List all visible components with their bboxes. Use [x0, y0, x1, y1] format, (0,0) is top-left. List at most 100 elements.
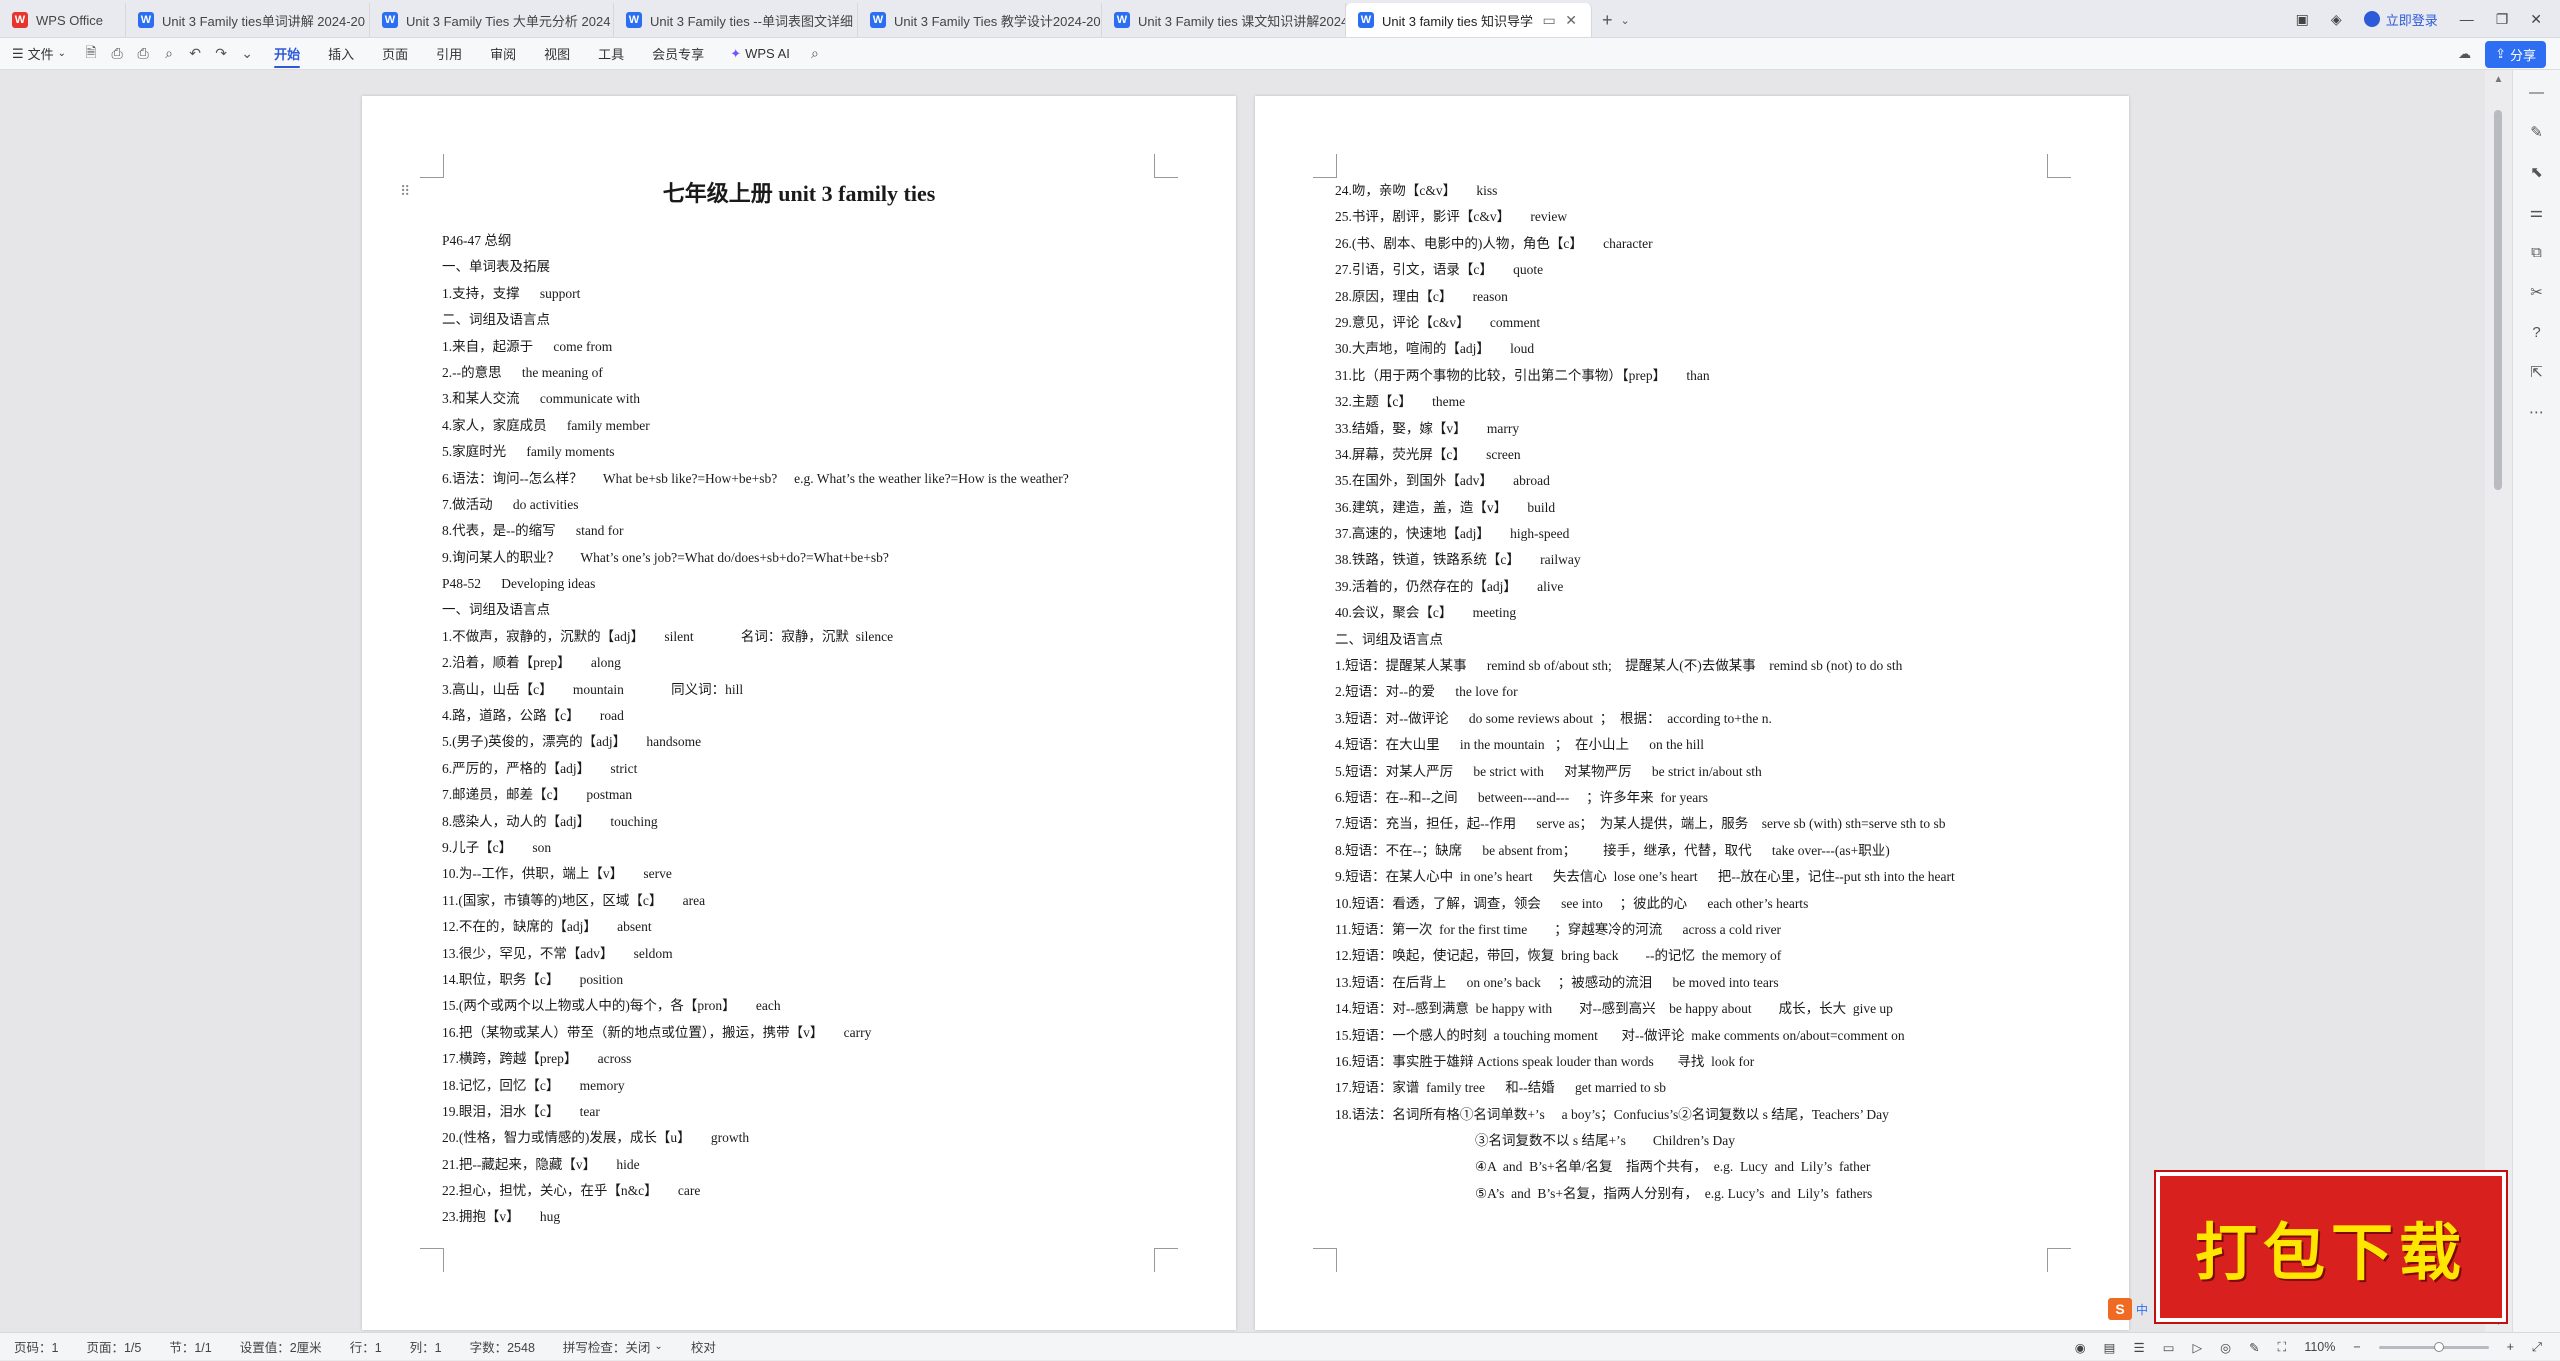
tab-document-active[interactable]: W Unit 3 family ties 知识导学 ▭ ✕	[1346, 3, 1592, 37]
file-menu-button[interactable]: ☰ 文件 ⌄	[0, 38, 78, 70]
scroll-up-icon[interactable]: ▲	[2485, 74, 2512, 85]
collapse-icon[interactable]: —	[2527, 82, 2547, 102]
margin-marker	[1154, 1248, 1178, 1272]
restore-icon[interactable]: ❐	[2496, 11, 2509, 28]
text-line: 32.主题【c】 theme	[1335, 394, 1466, 410]
status-setting[interactable]: 设置值：2厘米	[226, 1337, 336, 1356]
scroll-thumb[interactable]	[2494, 110, 2502, 490]
select-cursor-icon[interactable]: ⬉	[2527, 162, 2547, 182]
zoom-slider-knob[interactable]	[2433, 1341, 2444, 1352]
text-line: ③名词复数不以 s 结尾+’s Children’s Day	[1475, 1133, 1735, 1149]
fullscreen-icon[interactable]: ⛶	[2278, 1340, 2287, 1355]
vertical-scrollbar[interactable]: ▲ ▼	[2485, 70, 2512, 1332]
zoom-slider[interactable]	[2378, 1341, 2489, 1352]
print-preview-icon[interactable]: ⌕	[156, 38, 182, 70]
tab-document-1[interactable]: W Unit 3 Family ties单词讲解 2024-20	[126, 3, 370, 37]
new-tab-icon[interactable]: +	[1602, 10, 1613, 31]
status-section[interactable]: 节：1/1	[155, 1337, 225, 1356]
document-page-1[interactable]: ⠿ 七年级上册 unit 3 family ties P46-47 总纲 一、单词…	[362, 96, 1236, 1330]
page-title: 七年级上册 unit 3 family ties	[662, 181, 936, 206]
zoom-in-icon[interactable]: +	[2507, 1340, 2514, 1354]
text-line: 一、词组及语言点	[442, 602, 550, 618]
share-sidebar-icon[interactable]: ⇱	[2527, 362, 2547, 382]
text-line: 18.记忆，回忆【c】 memory	[442, 1077, 625, 1093]
more-chevron-icon[interactable]: ⌄	[234, 38, 260, 70]
word-doc-icon: W	[1114, 12, 1130, 28]
search-icon[interactable]: ⌕	[802, 38, 828, 70]
login-button[interactable]: 立即登录	[2363, 10, 2438, 29]
wps-ai-button[interactable]: ✦ WPS AI	[718, 38, 802, 70]
tab-wps-office[interactable]: W WPS Office	[0, 3, 126, 37]
menu-page[interactable]: 页面	[368, 38, 422, 70]
tab-document-2[interactable]: W Unit 3 Family Ties 大单元分析 2024	[370, 3, 614, 37]
text-line: 3.短语：对--做评论 do some reviews about ； 根据： …	[1335, 710, 1772, 726]
text-line: 1.短语：提醒某人某事 remind sb of/about sth; 提醒某人…	[1335, 658, 1903, 674]
document-page-2[interactable]: 24.吻，亲吻【c&v】 kiss 25.书评，剧评，影评【c&v】 review…	[1255, 96, 2129, 1330]
page-1-text-body: P46-47 总纲 一、单词表及拓展 1.支持，支撑 support 二、词组及语言点…	[442, 228, 1176, 1231]
text-line: 19.眼泪，泪水【c】 tear	[442, 1103, 600, 1119]
text-line: 1.支持，支撑 support	[442, 285, 581, 301]
text-line: 6.语法：询问--怎么样？ What be+sb like?=How+be+sb…	[442, 470, 1069, 486]
status-spell-check[interactable]: 拼写检查：关闭 ⌄	[549, 1337, 677, 1356]
save-icon[interactable]: 🗎	[78, 38, 104, 70]
text-line: 6.短语：在--和--之间 between---and--- ；许多年来 for…	[1335, 789, 1709, 805]
close-window-icon[interactable]: ✕	[2530, 11, 2542, 28]
tab-document-5[interactable]: W Unit 3 Family ties 课文知识讲解2024	[1102, 3, 1346, 37]
settings-sliders-icon[interactable]: ⚌	[2527, 202, 2547, 222]
print-icon[interactable]: ⎙	[130, 38, 156, 70]
chevron-down-icon[interactable]: ⌄	[1621, 14, 1630, 27]
text-line: 28.原因，理由【c】 reason	[1335, 288, 1508, 304]
monitor-icon[interactable]: ▭	[1543, 12, 1556, 29]
cube-icon[interactable]: ◈	[2331, 11, 2342, 28]
play-icon[interactable]: ▷	[2193, 1340, 2203, 1355]
text-line: 26.(书、剧本、电影中的)人物，角色【c】 character	[1335, 235, 1653, 251]
read-view-icon[interactable]: ▭	[2163, 1340, 2175, 1355]
ime-indicator[interactable]: S 中	[2108, 1298, 2148, 1320]
eye-icon[interactable]: ◉	[2075, 1340, 2086, 1355]
edit-icon[interactable]: ✎	[2249, 1340, 2259, 1355]
share-button[interactable]: ⇪ 分享	[2485, 40, 2546, 68]
minimize-icon[interactable]: —	[2460, 11, 2474, 27]
status-word-count[interactable]: 字数：2548	[456, 1337, 549, 1356]
web-view-icon[interactable]: ◎	[2220, 1340, 2231, 1355]
text-line: 8.短语：不在--；缺席 be absent from； 接手，继承，代替，取代…	[1335, 842, 1890, 858]
text-line: 39.活着的，仍然存在的【adj】 alive	[1335, 578, 1564, 594]
close-tab-icon[interactable]: ✕	[1565, 12, 1577, 29]
wps-ai-label: WPS AI	[745, 46, 790, 61]
translate-icon[interactable]: ⧉	[2527, 242, 2547, 262]
status-pages[interactable]: 页面：1/5	[72, 1337, 155, 1356]
pen-icon[interactable]: ✎	[2527, 122, 2547, 142]
download-promo-banner[interactable]: 打包下载	[2156, 1172, 2506, 1322]
tools-icon[interactable]: ✂	[2527, 282, 2547, 302]
menu-member[interactable]: 会员专享	[638, 38, 718, 70]
text-line: 9.询问某人的职业？ What’s one’s job?=What do/doe…	[442, 549, 889, 565]
cloud-sync-icon[interactable]: ☁	[2458, 46, 2471, 62]
zoom-out-icon[interactable]: −	[2353, 1340, 2360, 1354]
menu-tools[interactable]: 工具	[584, 38, 638, 70]
menu-references[interactable]: 引用	[422, 38, 476, 70]
text-line: 二、词组及语言点	[1335, 631, 1443, 647]
zoom-level[interactable]: 110%	[2304, 1340, 2335, 1354]
menu-view[interactable]: 视图	[530, 38, 584, 70]
tab-document-3[interactable]: W Unit 3 Family ties --单词表图文详细	[614, 3, 858, 37]
promo-text: 打包下载	[2194, 1216, 2467, 1289]
layout-icon[interactable]: ▣	[2296, 11, 2309, 28]
text-line: 4.路，道路，公路【c】 road	[442, 708, 624, 724]
menu-home[interactable]: 开始	[260, 38, 314, 70]
tab-document-4[interactable]: W Unit 3 Family Ties 教学设计2024-20	[858, 3, 1102, 37]
text-line: 12.不在的，缺席的【adj】 absent	[442, 919, 652, 935]
tab-bar: W WPS Office W Unit 3 Family ties单词讲解 20…	[0, 0, 2560, 38]
text-line: 4.短语：在大山里 in the mountain ； 在小山上 on the …	[1335, 737, 1704, 753]
export-pdf-icon[interactable]: ⎙	[104, 38, 130, 70]
undo-icon[interactable]: ↶	[182, 38, 208, 70]
page-view-icon[interactable]: ▤	[2104, 1340, 2116, 1355]
help-icon[interactable]: ?	[2527, 322, 2547, 342]
outline-view-icon[interactable]: ☰	[2133, 1340, 2144, 1355]
status-page-number[interactable]: 页码：1	[0, 1337, 72, 1356]
fit-page-icon[interactable]: ⤢	[2532, 1340, 2542, 1355]
more-icon[interactable]: ⋯	[2527, 402, 2547, 422]
redo-icon[interactable]: ↷	[208, 38, 234, 70]
status-proofread[interactable]: 校对	[677, 1337, 730, 1356]
menu-insert[interactable]: 插入	[314, 38, 368, 70]
menu-review[interactable]: 审阅	[476, 38, 530, 70]
